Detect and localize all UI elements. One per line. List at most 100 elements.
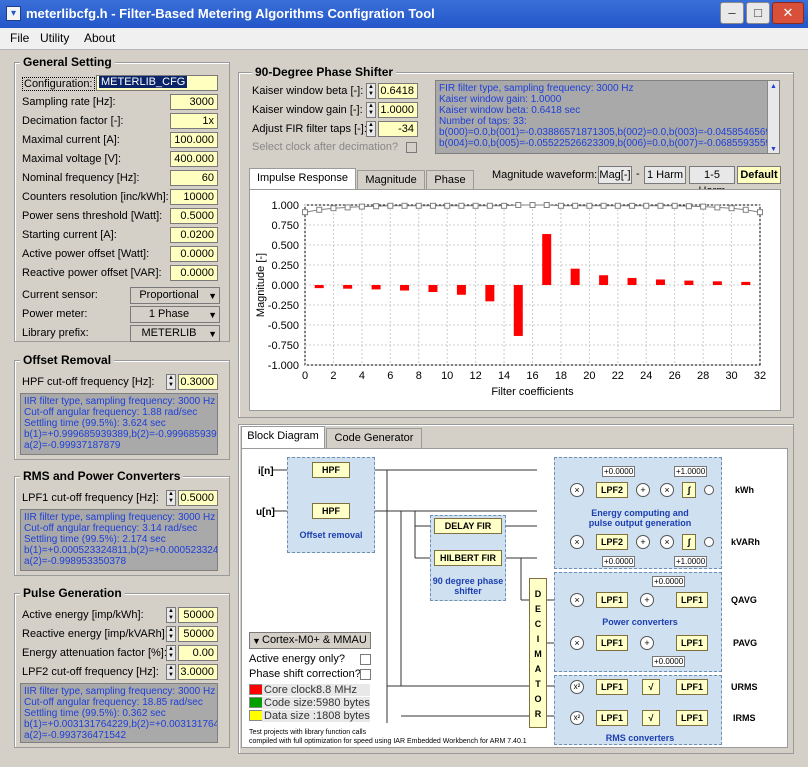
field-input[interactable]: 0.5000 — [170, 208, 218, 224]
menu-file[interactable]: File — [10, 31, 29, 45]
hilbert-fir-block[interactable]: HILBERT FIR — [434, 550, 502, 566]
field-label: Adjust FIR filter taps [-]: — [252, 123, 367, 135]
menu-about[interactable]: About — [84, 31, 115, 45]
hpf-block-voltage[interactable]: HPF — [312, 503, 350, 519]
lpf1-cutoff-input[interactable]: 0.5000 — [178, 490, 218, 506]
lpf1-block-pavg-out[interactable]: LPF1 — [676, 635, 708, 651]
field-input[interactable]: 50000 — [178, 626, 218, 642]
field-input[interactable]: 1.0000 — [378, 102, 418, 118]
field-spinner[interactable]: ▲ ▼ — [166, 664, 176, 680]
active-only-checkbox[interactable] — [360, 654, 371, 665]
lpf1-block-qavg-in[interactable]: LPF1 — [596, 592, 628, 608]
magnitude-point — [572, 202, 579, 209]
combo-select[interactable]: Proportional ▼ — [130, 287, 220, 304]
field-label: Starting current [A]: — [22, 229, 117, 241]
gain-constant: +1.0000 — [674, 556, 708, 567]
magnitude-point — [387, 202, 394, 209]
delay-fir-block[interactable]: DELAY FIR — [434, 518, 502, 534]
sqrt-block[interactable]: √ — [642, 710, 660, 726]
lpf2-block-active[interactable]: LPF2 — [596, 482, 628, 498]
x-tick-label: 18 — [555, 370, 567, 382]
combo-select[interactable]: METERLIB ▼ — [130, 325, 220, 342]
integrator-block[interactable]: ∫ — [682, 534, 696, 550]
hpf-cutoff-spinner[interactable]: ▲ ▼ — [166, 374, 176, 390]
tab-code-generator[interactable]: Code Generator — [326, 428, 422, 448]
lpf1-cutoff-spinner[interactable]: ▲ ▼ — [166, 490, 176, 506]
minimize-button[interactable]: – — [720, 2, 744, 24]
adder-node: + — [640, 636, 654, 650]
magnitude-point — [344, 204, 351, 211]
default-button[interactable]: Default — [737, 166, 781, 184]
output-kwh: kWh — [735, 485, 754, 495]
info-line: Cut-off angular frequency: 3.14 rad/sec — [24, 523, 198, 534]
sqrt-block[interactable]: √ — [642, 679, 660, 695]
tab-block-diagram[interactable]: Block Diagram — [241, 426, 325, 448]
lpf1-block-irms-in[interactable]: LPF1 — [596, 710, 628, 726]
phase-shifter-caption: 90 degree phase shifter — [432, 576, 504, 596]
field-input[interactable]: 0.0000 — [170, 265, 218, 281]
core-combo[interactable]: ▼ Cortex-M0+ & MMAU — [249, 632, 371, 649]
menu-utility[interactable]: Utility — [40, 31, 69, 45]
hpf-cutoff-input[interactable]: 0.3000 — [178, 374, 218, 390]
field-input[interactable]: 50000 — [178, 607, 218, 623]
field-input[interactable]: 3000 — [170, 94, 218, 110]
close-button[interactable]: ✕ — [772, 2, 804, 24]
field-input[interactable]: 0.6418 — [378, 83, 418, 99]
field-input[interactable]: 10000 — [170, 189, 218, 205]
field-spinner[interactable]: ▲ ▼ — [166, 626, 176, 642]
phase-correction-checkbox[interactable] — [360, 669, 371, 680]
clock-decimation-checkbox[interactable] — [406, 142, 417, 153]
field-spinner[interactable]: ▲ ▼ — [166, 607, 176, 623]
field-input[interactable]: 1x — [170, 113, 218, 129]
harm1-button[interactable]: 1 Harm — [644, 166, 686, 184]
lpf1-block-pavg-in[interactable]: LPF1 — [596, 635, 628, 651]
field-label: Nominal frequency [Hz]: — [22, 172, 140, 184]
lpf1-block-irms-out[interactable]: LPF1 — [676, 710, 708, 726]
y-tick-label: 0.750 — [271, 220, 299, 232]
field-input[interactable]: 60 — [170, 170, 218, 186]
integrator-block[interactable]: ∫ — [682, 482, 696, 498]
square-node: x² — [570, 711, 584, 725]
field-label: Energy attenuation factor [%]: — [22, 647, 167, 659]
field-input[interactable]: 3.0000 — [178, 664, 218, 680]
decimator-block[interactable]: DECIMATOR — [529, 578, 547, 728]
output-kvarh: kVARh — [731, 537, 760, 547]
app-icon[interactable]: ▾ — [6, 6, 21, 21]
field-spinner[interactable]: ▲ ▼ — [166, 645, 176, 661]
field-input[interactable]: 100.000 — [170, 132, 218, 148]
lpf2-block-reactive[interactable]: LPF2 — [596, 534, 628, 550]
info-scrollbar[interactable]: ▲ ▼ — [767, 81, 779, 153]
field-spinner[interactable]: ▲ ▼ — [366, 102, 376, 118]
x-tick-label: 26 — [669, 370, 681, 382]
lpf1-block-qavg-out[interactable]: LPF1 — [676, 592, 708, 608]
combo-select[interactable]: 1 Phase ▼ — [130, 306, 220, 323]
tab-impulse-response[interactable]: Impulse Response — [249, 168, 356, 190]
y-axis-label: Magnitude [-] — [255, 253, 267, 317]
x-tick-label: 0 — [302, 370, 308, 382]
multiplier-node: × — [660, 483, 674, 497]
field-label: Kaiser window gain [-]: — [252, 104, 363, 116]
maximize-button[interactable]: □ — [746, 2, 770, 24]
x-tick-label: 4 — [359, 370, 365, 382]
field-input[interactable]: 400.000 — [170, 151, 218, 167]
field-input[interactable]: -34 — [378, 121, 418, 137]
adder-node: + — [636, 483, 650, 497]
window-title: meterlibcfg.h - Filter-Based Metering Al… — [26, 6, 435, 21]
field-spinner[interactable]: ▲ ▼ — [366, 83, 376, 99]
lpf1-block-urms-in[interactable]: LPF1 — [596, 679, 628, 695]
x-axis-label: Filter coefficients — [491, 386, 574, 398]
tab-magnitude[interactable]: Magnitude — [357, 170, 425, 190]
gain-constant: +1.0000 — [674, 466, 708, 477]
x-tick-label: 22 — [612, 370, 624, 382]
field-spinner[interactable]: ▲ ▼ — [366, 121, 376, 137]
configuration-field[interactable]: METERLIB_CFG — [96, 75, 218, 91]
hpf-block-current[interactable]: HPF — [312, 462, 350, 478]
field-input[interactable]: 0.00 — [178, 645, 218, 661]
lpf1-block-urms-out[interactable]: LPF1 — [676, 679, 708, 695]
magnitude-point — [685, 203, 692, 210]
mag-button[interactable]: Mag[-] — [598, 166, 632, 184]
field-input[interactable]: 0.0000 — [170, 246, 218, 262]
tab-phase[interactable]: Phase — [426, 170, 474, 190]
field-input[interactable]: 0.0200 — [170, 227, 218, 243]
harm15-button[interactable]: 1-5 Harm — [689, 166, 735, 197]
